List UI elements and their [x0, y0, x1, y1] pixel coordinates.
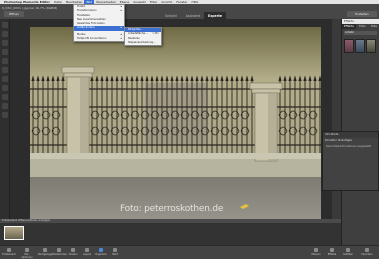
eye-tool-icon[interactable] [1, 76, 8, 82]
marquee-tool-icon[interactable] [1, 49, 8, 55]
rotate-label: Drehen [68, 253, 78, 256]
effects-icon [330, 248, 334, 252]
layers-label: Ebenen [311, 253, 321, 256]
top-bar: 0_DSC_0031 (.jpg bei 16,7% (RGB/8) Öffne… [0, 4, 379, 20]
image-menu-dropdown: Direkt ▸ Transformieren ▸ Freistellen Neu … [73, 4, 125, 43]
effect-thumbnail[interactable] [355, 39, 365, 53]
menu-item-label: Direkt [77, 5, 85, 8]
favorites-button[interactable]: Favoriten [360, 248, 374, 256]
menu-item-label: Neu zusammensetzen [77, 17, 106, 21]
canvas-area: Foto: peterroskothen.de [10, 19, 332, 219]
layers-button[interactable]: Ebenen [309, 248, 323, 256]
menu-item-batch[interactable]: Stapelverarbeitung... [125, 41, 161, 45]
redo-button[interactable]: Wiederholen [52, 248, 68, 256]
menu-item-convert-profile[interactable]: Farbprofil konvertieren ▸ [74, 37, 124, 41]
undo-icon [43, 248, 47, 252]
quick-select-tool-icon[interactable] [1, 67, 8, 73]
graphics-icon [346, 248, 350, 252]
tab-filters[interactable]: Filter [357, 24, 368, 29]
undo-label: Rückgängig [38, 253, 52, 256]
rotate-icon [71, 248, 75, 252]
open-button[interactable]: Öffnen [4, 11, 24, 17]
brush-tool-icon[interactable] [1, 94, 8, 100]
document-tab[interactable]: 0_DSC_0031 (.jpg bei 16,7% (RGB/8) [2, 6, 57, 10]
menu-item-label: Bildgröße... [128, 28, 143, 31]
effects-button[interactable]: Effekte [325, 248, 339, 256]
info-panel: Info-Werte Korrektur hinzufügen Keine Da… [322, 131, 379, 191]
layout-label: Layout [82, 253, 92, 256]
photo-bin-label: Fotobereich [2, 253, 17, 256]
organizer-icon [99, 248, 103, 252]
resize-submenu: Bildgröße... Arbeitsfläche... ⌥⌘C Skalier… [124, 27, 162, 47]
move-tool-icon[interactable] [1, 40, 8, 46]
favorites-label: Favoriten [361, 253, 373, 256]
photo-image [30, 27, 321, 219]
submenu-arrow-icon: ▸ [120, 37, 122, 41]
undo-button[interactable]: Rückgängig [38, 248, 52, 256]
toolbox [0, 19, 10, 219]
create-button[interactable]: Erstellen [347, 11, 377, 17]
menu-item-label: Größe ändern [77, 26, 95, 30]
photo-canvas[interactable] [30, 27, 321, 219]
menu-item-label: Stapelverarbeitung... [128, 40, 156, 44]
menu-item-label: Skalieren [128, 36, 140, 40]
home-icon [113, 248, 117, 252]
hand-tool-icon[interactable] [1, 31, 8, 37]
menu-item-label: Modus [77, 32, 86, 36]
crop-tool-icon[interactable] [1, 112, 8, 118]
layout-button[interactable]: Layout [80, 248, 94, 256]
photo-bin-button[interactable]: Fotobereich [2, 248, 16, 256]
tool-options-label: Wz.-Optionen [21, 253, 33, 259]
info-panel-body: Keine Dateiinformationen ausgewählt [326, 145, 372, 148]
favorites-icon [365, 248, 369, 252]
zoom-tool-icon[interactable] [1, 22, 8, 28]
rotate-button[interactable]: Drehen [66, 248, 80, 256]
photo-watermark: Foto: peterroskothen.de [120, 204, 224, 214]
layout-icon [85, 248, 89, 252]
tool-options-button[interactable]: Wz.-Optionen [20, 248, 34, 259]
photo-bin [0, 223, 341, 245]
tool-options-icon [25, 248, 29, 252]
redo-label: Wiederholen [52, 253, 68, 256]
tab-styles[interactable]: Stile [369, 24, 379, 29]
effect-thumbnail[interactable] [344, 39, 354, 53]
tab-effects[interactable]: Effekte [342, 24, 356, 29]
organizer-button[interactable]: Organizer [94, 248, 108, 256]
menu-item-label: Freistellen [77, 13, 91, 17]
home-label: Start [112, 253, 118, 256]
redo-icon [57, 248, 61, 252]
menu-item-label: Transformieren [77, 9, 97, 13]
lasso-tool-icon[interactable] [1, 58, 8, 64]
bottom-bar: Fotobereich Wz.-Optionen Rückgängig Wied… [0, 245, 379, 259]
photo-bin-thumbnail[interactable] [4, 226, 24, 240]
menu-item-label: Farbprofil konvertieren [77, 37, 107, 41]
menu-item-label: Gesamtes Foto teilen [77, 22, 105, 26]
home-button[interactable]: Start [108, 248, 122, 256]
menu-item-label: Arbeitsfläche... [128, 32, 148, 36]
photo-bin-icon [7, 248, 11, 252]
graphics-label: Grafiken [342, 253, 354, 256]
organizer-label: Organizer [95, 253, 107, 256]
effects-category-select[interactable]: Artistic [344, 31, 377, 35]
layers-icon [314, 248, 318, 252]
effects-label: Effekte [327, 253, 337, 256]
effect-thumbnail[interactable] [366, 39, 376, 53]
text-tool-icon[interactable] [1, 85, 8, 91]
eraser-tool-icon[interactable] [1, 103, 8, 109]
graphics-button[interactable]: Grafiken [341, 248, 355, 256]
effects-thumbnails [342, 37, 379, 55]
